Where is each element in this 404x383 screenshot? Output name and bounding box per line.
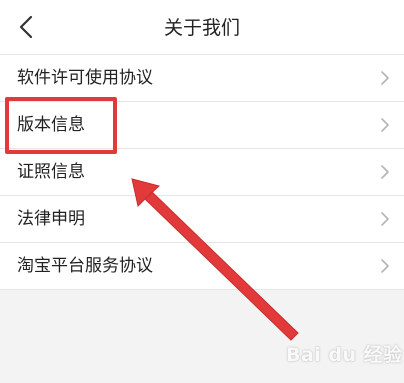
list-item-label: 版本信息 bbox=[17, 115, 85, 135]
list-item-label: 证照信息 bbox=[17, 162, 85, 182]
chevron-right-icon bbox=[381, 71, 389, 85]
chevron-right-icon bbox=[381, 259, 389, 273]
list-item-legal-statement[interactable]: 法律申明 bbox=[0, 196, 404, 243]
navigation-bar: 关于我们 bbox=[0, 0, 404, 55]
list-item-software-license[interactable]: 软件许可使用协议 bbox=[0, 55, 404, 102]
settings-list: 软件许可使用协议 版本信息 证照信息 法律申明 淘宝平台服务协议 bbox=[0, 55, 404, 290]
list-item-taobao-platform-agreement[interactable]: 淘宝平台服务协议 bbox=[0, 243, 404, 290]
list-item-version-info[interactable]: 版本信息 bbox=[0, 102, 404, 149]
list-item-label: 软件许可使用协议 bbox=[17, 68, 153, 88]
watermark-text: Bai du 经验 bbox=[286, 344, 403, 366]
chevron-right-icon bbox=[381, 212, 389, 226]
watermark: Bai du 经验 bbox=[284, 338, 402, 368]
page-title: 关于我们 bbox=[163, 17, 240, 39]
list-item-label: 淘宝平台服务协议 bbox=[17, 256, 153, 276]
about-us-screen: 关于我们 软件许可使用协议 版本信息 证照信息 法律申明 淘宝平台服务协议 Ba… bbox=[0, 0, 404, 383]
list-item-label: 法律申明 bbox=[17, 209, 85, 229]
chevron-right-icon bbox=[381, 118, 389, 132]
list-item-license-info[interactable]: 证照信息 bbox=[0, 149, 404, 196]
chevron-right-icon bbox=[381, 165, 389, 179]
